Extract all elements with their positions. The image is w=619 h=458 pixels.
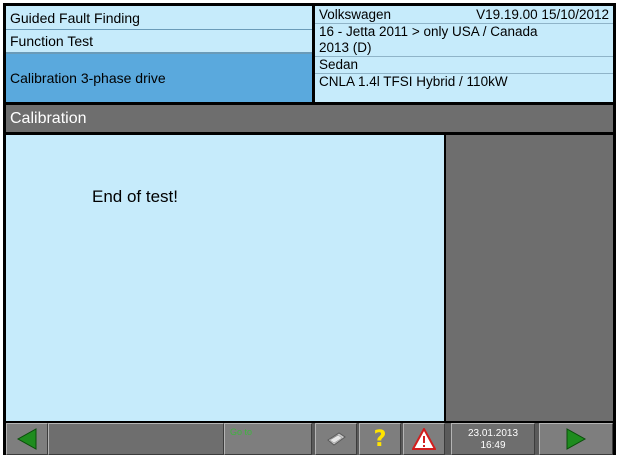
bottom-toolbar: Go to ? 23.01.2013 16:49 [6, 423, 613, 455]
print-button[interactable] [315, 423, 357, 455]
content-panel: End of test! [6, 135, 444, 421]
breadcrumb-procedure[interactable]: Calibration 3-phase drive [6, 54, 312, 102]
warning-button[interactable] [403, 423, 445, 455]
section-title: Calibration [10, 109, 87, 127]
breadcrumb-function-label: Function Test [10, 33, 94, 49]
breadcrumb-function[interactable]: Function Test [6, 30, 312, 54]
time-text: 16:49 [480, 440, 506, 451]
goto-label: Go to [230, 427, 253, 437]
vehicle-brand-row: Volkswagen V19.19.00 15/10/2012 [315, 7, 613, 24]
breadcrumb-procedure-label: Calibration 3-phase drive [10, 70, 166, 86]
vehicle-model-year: 2013 (D) [319, 40, 372, 55]
vehicle-model: 16 - Jetta 2011 > only USA / Canada [319, 24, 538, 39]
toolbar-spacer [48, 423, 224, 455]
next-button[interactable] [539, 423, 613, 455]
arrow-left-icon [16, 428, 37, 450]
vehicle-body: Sedan [315, 56, 613, 73]
datetime-display: 23.01.2013 16:49 [451, 423, 535, 455]
back-button[interactable] [6, 423, 48, 455]
help-button[interactable]: ? [359, 423, 401, 455]
date-text: 23.01.2013 [467, 428, 519, 439]
breadcrumb: Guided Fault Finding Function Test Calib… [6, 6, 312, 102]
side-panel [446, 135, 613, 421]
vehicle-brand: Volkswagen [319, 7, 392, 22]
breadcrumb-mode-label: Guided Fault Finding [10, 9, 140, 26]
vehicle-engine: CNLA 1.4l TFSI Hybrid / 110kW [315, 73, 613, 90]
warning-triangle-icon [412, 428, 436, 450]
status-message: End of test! [92, 187, 178, 206]
arrow-right-icon [566, 428, 587, 450]
section-title-bar: Calibration [6, 105, 613, 132]
question-mark-icon: ? [373, 426, 387, 452]
software-version: V19.19.00 15/10/2012 [476, 7, 609, 22]
breadcrumb-mode[interactable]: Guided Fault Finding [6, 6, 312, 30]
printer-icon [327, 432, 346, 446]
vehicle-info-panel: Volkswagen V19.19.00 15/10/2012 16 - Jet… [315, 6, 613, 102]
goto-button[interactable]: Go to [224, 423, 312, 455]
